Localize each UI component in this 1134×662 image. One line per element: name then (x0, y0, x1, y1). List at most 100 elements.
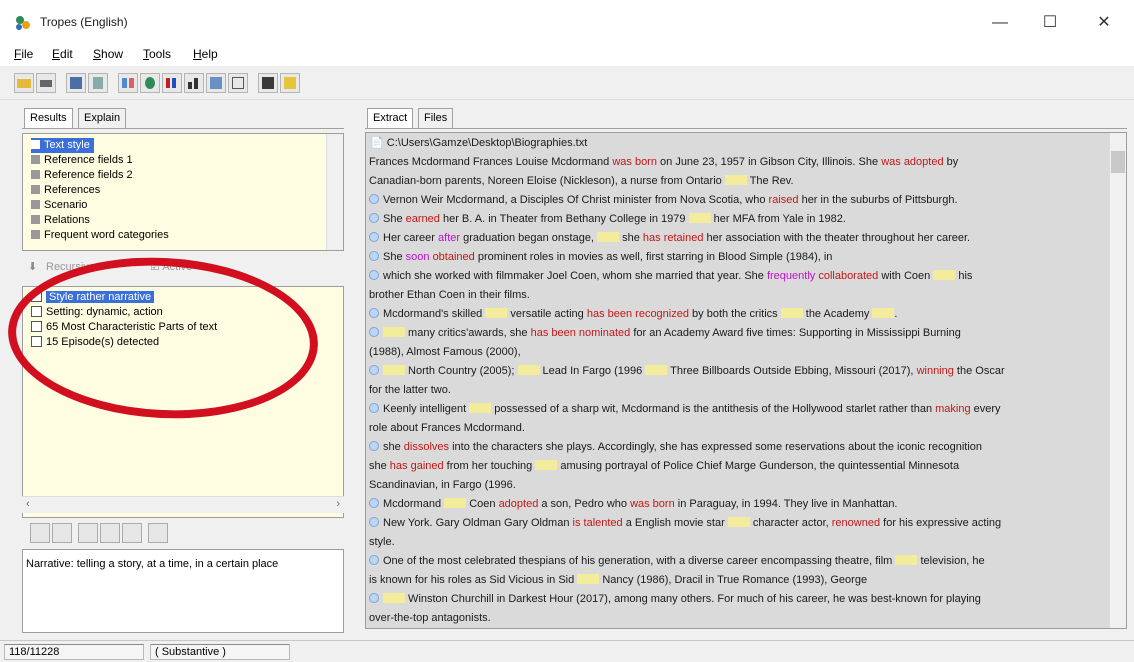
binoculars-icon[interactable] (148, 523, 168, 543)
maximize-button[interactable]: ☐ (1030, 10, 1070, 36)
tab-files[interactable]: Files (418, 108, 454, 128)
list-item[interactable]: Relations (31, 213, 90, 228)
tropes-app-icon (16, 16, 30, 30)
folder-icon (31, 200, 40, 209)
move-down-icon[interactable] (52, 523, 72, 543)
extract-line: She earned her B. A. in Theater from Bet… (369, 210, 1109, 228)
menu-bar: File Edit Show Tools Help (0, 44, 1134, 66)
save-icon[interactable] (66, 73, 86, 93)
close-button[interactable]: ✕ (1084, 10, 1124, 36)
tab-extract[interactable]: Extract (367, 108, 414, 128)
panel-icon[interactable] (258, 73, 278, 93)
connector-highlight (645, 365, 668, 375)
bullet-icon (369, 213, 379, 223)
result-toolbar (22, 523, 344, 547)
menu-tools[interactable]: Tools (143, 47, 171, 61)
extract-scrollbar[interactable] (1109, 133, 1126, 628)
position-indicator: 118/11228 (4, 644, 144, 660)
folder-icon (31, 185, 40, 194)
list-item[interactable]: Reference fields 2 (31, 168, 133, 183)
extract-line: Mcdormand Coen adopted a son, Pedro who … (369, 495, 1109, 513)
scroll-left-icon[interactable]: ‹ (26, 498, 30, 510)
filter-clear-icon[interactable] (122, 523, 142, 543)
histogram-icon[interactable] (184, 73, 204, 93)
bullet-icon (369, 251, 379, 261)
bullet-icon (369, 194, 379, 204)
connector-highlight (688, 213, 711, 223)
extract-line: Canadian-born parents, Noreen Eloise (Ni… (369, 175, 794, 187)
menu-file[interactable]: File (14, 47, 33, 61)
menu-edit[interactable]: Edit (52, 47, 73, 61)
bullet-icon (369, 517, 379, 527)
scenario-icon[interactable] (140, 73, 160, 93)
graph-icon[interactable] (118, 73, 138, 93)
move-up-icon[interactable] (30, 523, 50, 543)
connector-highlight (895, 555, 918, 565)
extract-line: (1988), Almost Famous (2000), (369, 346, 521, 358)
category-list: Text style Reference fields 1 Reference … (22, 133, 344, 251)
sort-icon[interactable] (78, 523, 98, 543)
folder-icon (31, 140, 40, 149)
list-item[interactable]: Text style (31, 138, 94, 153)
extract-line: Winston Churchill in Darkest Hour (2017)… (369, 590, 1109, 608)
extract-line: she dissolves into the characters she pl… (369, 438, 1109, 456)
connector-highlight (727, 517, 750, 527)
connector-highlight (933, 270, 956, 280)
extract-line: North Country (2005); Lead In Fargo (199… (369, 362, 1109, 380)
folder-icon (31, 170, 40, 179)
tab-separator (365, 128, 1127, 129)
connector-highlight (724, 175, 747, 185)
down-arrow-icon[interactable]: ⬇ (28, 260, 37, 273)
connector-highlight (535, 460, 558, 470)
folder-icon (31, 230, 40, 239)
bullet-icon (369, 232, 379, 242)
bullet-icon (369, 327, 379, 337)
extract-line: many critics'awards, she has been nomina… (369, 324, 1109, 342)
extract-line: role about Frances Mcdormand. (369, 422, 525, 434)
extract-line: for the latter two. (369, 384, 451, 396)
status-bar: 118/11228 ( Substantive ) (0, 640, 1134, 662)
extract-line: is known for his roles as Sid Vicious in… (369, 574, 868, 586)
bars-icon[interactable] (162, 73, 182, 93)
tab-results[interactable]: Results (24, 108, 73, 128)
extract-pane[interactable]: 📄 C:\Users\Gamze\Desktop\Biographies.txt… (365, 132, 1127, 629)
tree-icon[interactable] (206, 73, 226, 93)
bullet-icon (369, 593, 379, 603)
filter-icon[interactable] (100, 523, 120, 543)
connector-highlight (485, 308, 508, 318)
folder-icon (31, 155, 40, 164)
extract-line: She soon obtained prominent roles in mov… (369, 248, 1109, 266)
dictionary-icon[interactable] (280, 73, 300, 93)
print-icon[interactable] (36, 73, 56, 93)
list-item[interactable]: References (31, 183, 100, 198)
list-item[interactable]: Reference fields 1 (31, 153, 133, 168)
scroll-thumb[interactable] (1111, 151, 1125, 173)
connector-highlight (780, 308, 803, 318)
list-item[interactable]: Frequent word categories (31, 228, 169, 243)
category-scrollbar[interactable] (326, 134, 343, 250)
menu-show[interactable]: Show (93, 47, 123, 61)
extract-line: over-the-top antagonists. (369, 612, 491, 624)
extract-line: Mcdormand's skilled versatile acting has… (369, 305, 1109, 323)
bullet-icon (369, 308, 379, 318)
bullet-icon (369, 555, 379, 565)
connector-highlight (577, 574, 600, 584)
result-hscrollbar[interactable]: ‹ › (22, 496, 344, 513)
description-box: Narrative: telling a story, at a time, i… (22, 549, 344, 633)
table-icon[interactable] (228, 73, 248, 93)
window-title: Tropes (English) (40, 15, 128, 29)
tab-explain[interactable]: Explain (78, 108, 127, 128)
open-folder-icon[interactable] (14, 73, 34, 93)
extract-line: One of the most celebrated thespians of … (369, 552, 1109, 570)
minimize-button[interactable]: — (980, 10, 1020, 36)
scroll-right-icon[interactable]: › (336, 498, 340, 510)
menu-help[interactable]: Help (193, 47, 218, 61)
connector-highlight (383, 365, 405, 375)
copy-icon[interactable] (88, 73, 108, 93)
connector-highlight (872, 308, 895, 318)
list-item[interactable]: Scenario (31, 198, 87, 213)
extract-line: Her career after graduation began onstag… (369, 229, 1109, 247)
extract-line: Scandinavian, in Fargo (1996. (369, 479, 516, 491)
extract-line: Frances Mcdormand Frances Louise Mcdorma… (369, 156, 959, 168)
extract-line: style. (369, 536, 395, 548)
